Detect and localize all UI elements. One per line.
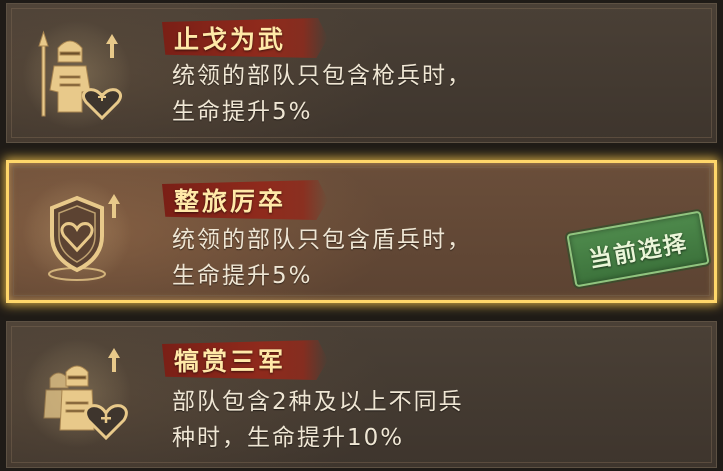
skill-title-ribbon-2: 整旅厉卒 bbox=[162, 180, 329, 220]
skill-description-1: 统领的部队只包含枪兵时， 生命提升5% bbox=[172, 58, 472, 130]
description-line: 种时，生命提升10% bbox=[172, 425, 405, 451]
skill-title: 犒赏三军 bbox=[174, 347, 287, 376]
skill-title-ribbon-3: 犒赏三军 bbox=[162, 340, 329, 380]
description-line: 统领的部队只包含枪兵时， bbox=[172, 63, 472, 89]
army-heal-icon bbox=[22, 338, 132, 448]
skill-description-3: 部队包含2种及以上不同兵 种时，生命提升10% bbox=[172, 384, 464, 456]
description-line: 部队包含2种及以上不同兵 bbox=[172, 389, 464, 415]
badge-label: 当前选择 bbox=[587, 230, 691, 274]
shield-heart-icon bbox=[22, 178, 132, 288]
description-line: 统领的部队只包含盾兵时， bbox=[172, 227, 472, 253]
description-line: 生命提升5% bbox=[172, 263, 313, 289]
skill-title-ribbon-1: 止戈为武 bbox=[162, 18, 329, 58]
skill-title: 止戈为武 bbox=[174, 25, 287, 54]
skill-title: 整旅厉卒 bbox=[174, 187, 287, 216]
description-line: 生命提升5% bbox=[172, 99, 313, 125]
skill-description-2: 统领的部队只包含盾兵时， 生命提升5% bbox=[172, 222, 472, 294]
spearman-heal-icon bbox=[22, 20, 132, 130]
